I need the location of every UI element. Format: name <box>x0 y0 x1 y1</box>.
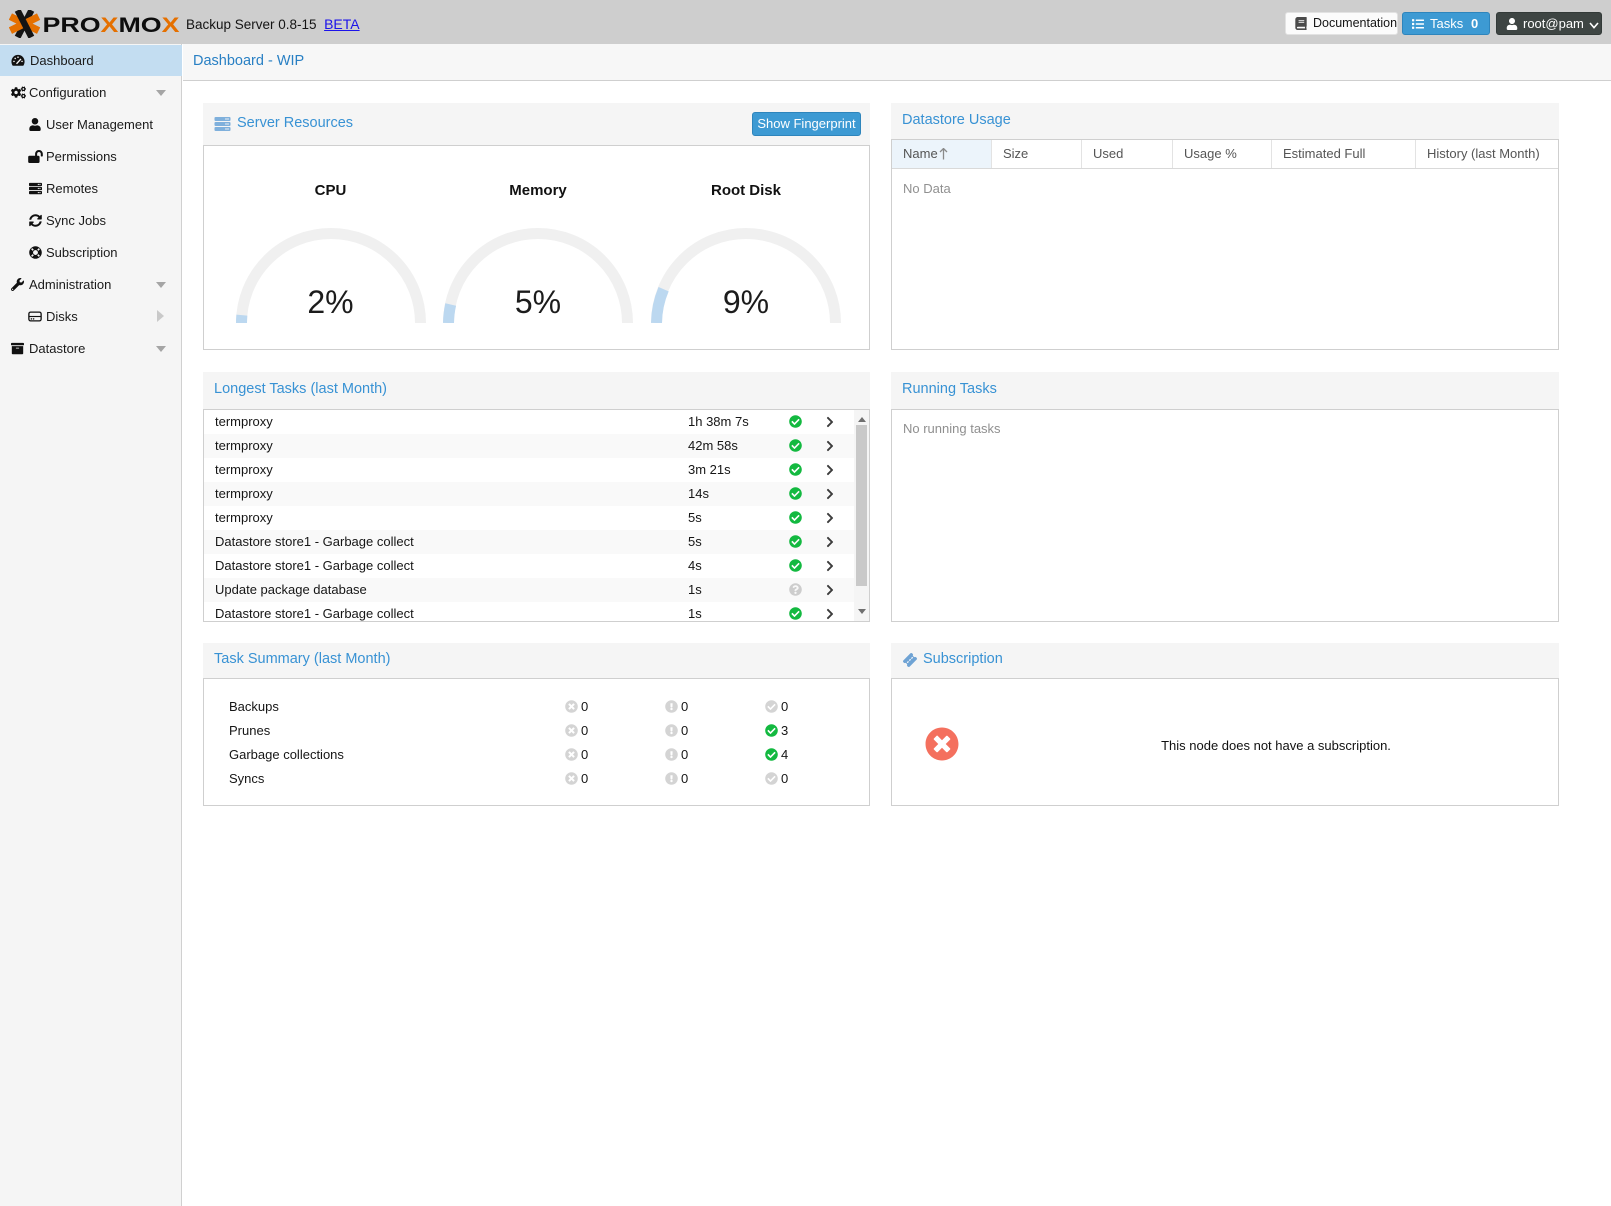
svg-text:PROXMOX: PROXMOX <box>43 14 180 37</box>
